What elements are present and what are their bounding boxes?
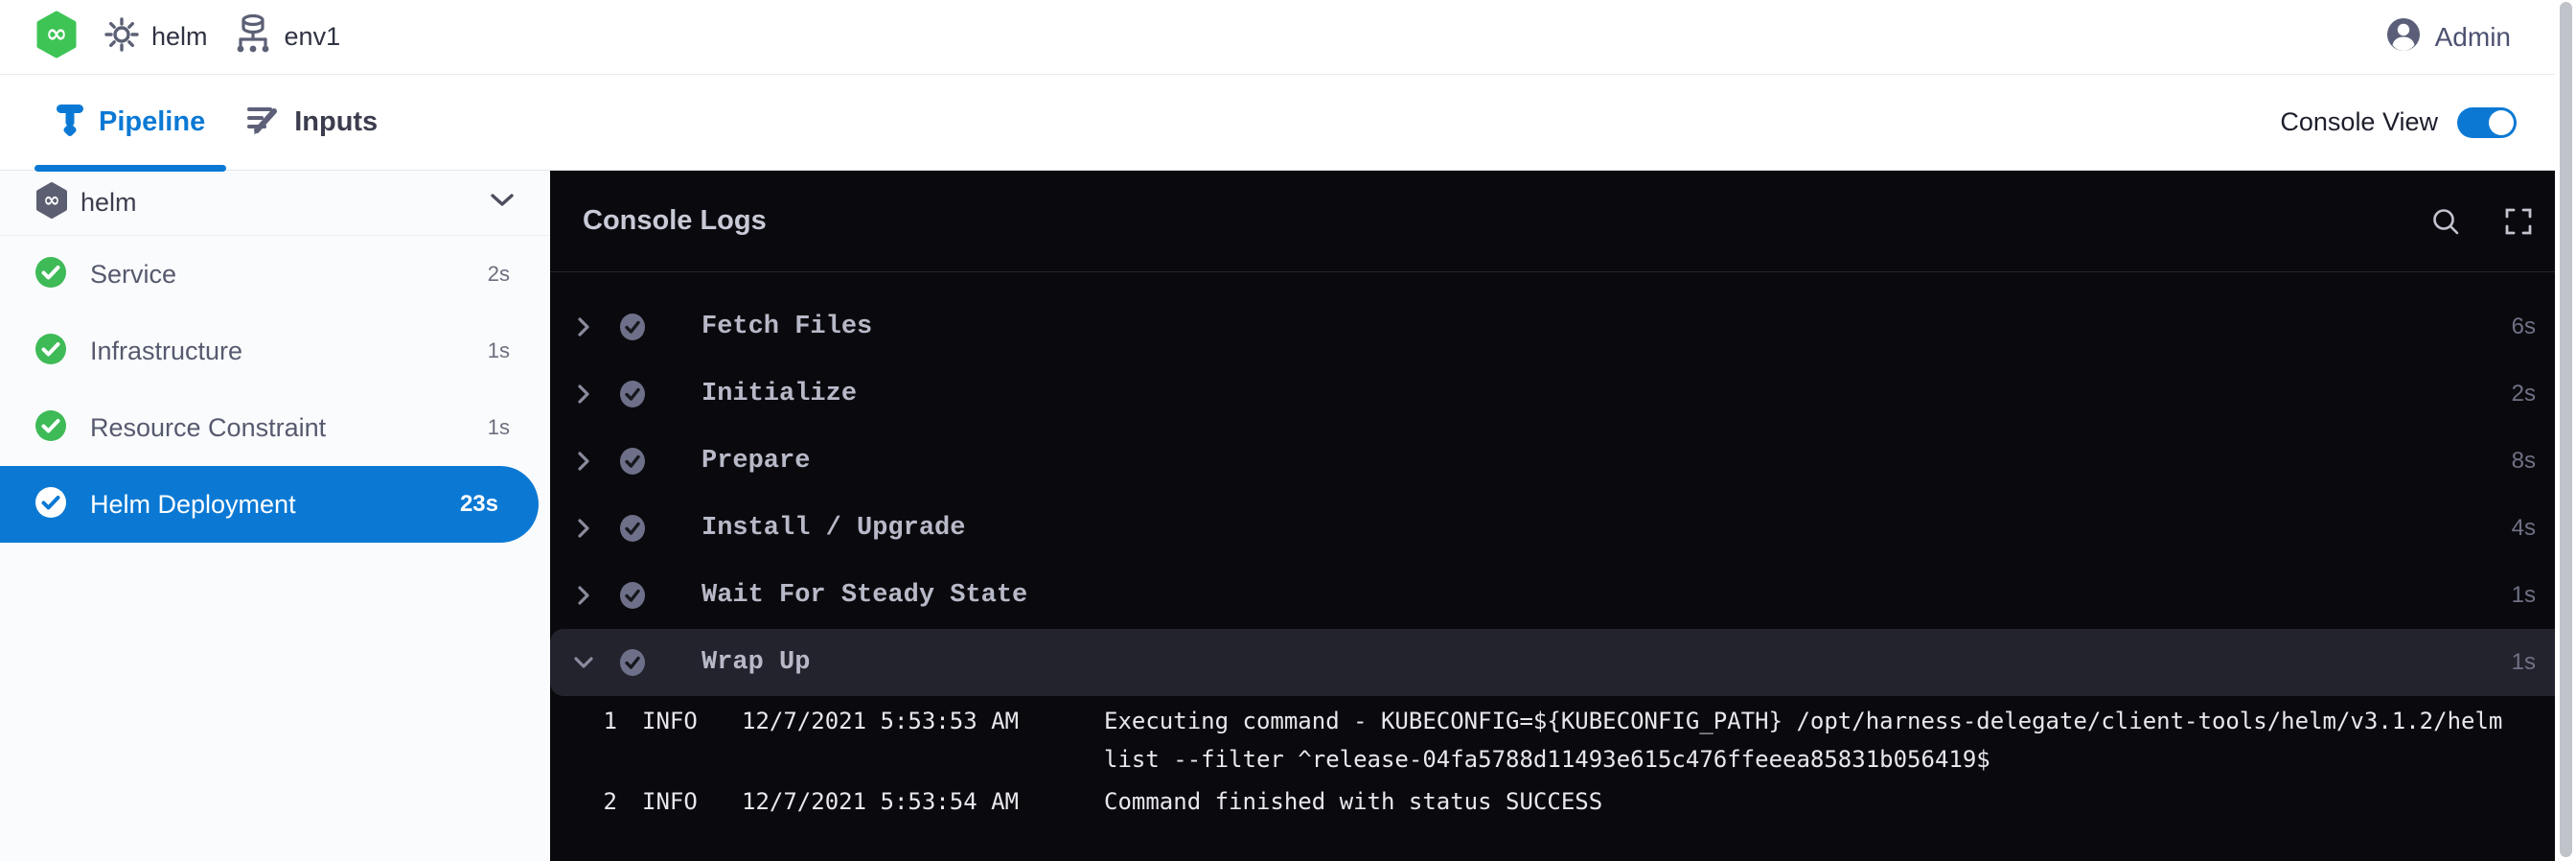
console-step-duration: 1s xyxy=(2512,582,2536,609)
tab-bar: Pipeline Inputs Console View xyxy=(0,75,2576,171)
chevron-down-icon[interactable] xyxy=(573,656,594,669)
pipeline-group-row[interactable]: ∞ helm xyxy=(0,171,550,236)
log-timestamp: 12/7/2021 5:53:54 AM xyxy=(742,782,1068,821)
gear-icon[interactable] xyxy=(104,16,140,58)
console-step-name: Prepare xyxy=(702,447,810,476)
search-icon[interactable] xyxy=(2430,206,2461,237)
console-step-duration: 8s xyxy=(2512,448,2536,475)
log-message: Command finished with status SUCCESS xyxy=(1104,782,1602,821)
console-step-install-upgrade[interactable]: Install / Upgrade 4s xyxy=(550,495,2576,562)
sidebar-step-infrastructure[interactable]: Infrastructure 1s xyxy=(0,313,550,389)
tab-pipeline-label: Pipeline xyxy=(99,106,205,138)
chevron-right-icon[interactable] xyxy=(573,316,594,337)
console-step-duration: 1s xyxy=(2512,649,2536,676)
success-check-icon xyxy=(34,409,67,447)
console-step-name: Wrap Up xyxy=(702,648,810,677)
log-line: 1 INFO 12/7/2021 5:53:53 AM Executing co… xyxy=(596,702,2538,779)
inputs-icon xyxy=(247,104,280,141)
tab-inputs[interactable]: Inputs xyxy=(226,75,399,170)
active-tab-underline xyxy=(34,165,226,172)
log-message: Executing command - KUBECONFIG=${KUBECON… xyxy=(1104,702,2502,779)
log-line-number: 2 xyxy=(596,782,617,821)
chevron-right-icon[interactable] xyxy=(573,585,594,606)
tab-pipeline[interactable]: Pipeline xyxy=(34,75,226,170)
sidebar-step-helm-deployment[interactable]: Helm Deployment 23s xyxy=(0,466,539,543)
log-output: 1 INFO 12/7/2021 5:53:53 AM Executing co… xyxy=(550,696,2576,825)
pipeline-hexagon-icon: ∞ xyxy=(34,181,69,224)
top-bar: ∞ helm xyxy=(0,0,2576,75)
log-timestamp: 12/7/2021 5:53:53 AM xyxy=(742,702,1068,779)
page-scrollbar[interactable] xyxy=(2555,0,2576,861)
console-step-wait-for-steady-state[interactable]: Wait For Steady State 1s xyxy=(550,562,2576,629)
breadcrumb: ∞ helm xyxy=(34,11,340,63)
sidebar-step-resource-constraint[interactable]: Resource Constraint 1s xyxy=(0,389,550,466)
step-duration: 1s xyxy=(488,415,510,440)
avatar-icon xyxy=(2385,16,2422,58)
step-label: Service xyxy=(90,260,176,290)
chevron-right-icon[interactable] xyxy=(573,384,594,405)
log-line-number: 1 xyxy=(596,702,617,779)
log-line: 2 INFO 12/7/2021 5:53:54 AM Command fini… xyxy=(596,782,2538,821)
console-step-fetch-files[interactable]: Fetch Files 6s xyxy=(550,293,2576,361)
user-name: Admin xyxy=(2435,22,2511,53)
pipeline-sidebar: ∞ helm Service 2s Infrastructure xyxy=(0,171,550,861)
chevron-right-icon[interactable] xyxy=(573,451,594,472)
console-panel: Console Logs xyxy=(550,171,2576,861)
svg-text:∞: ∞ xyxy=(46,19,68,49)
chevron-down-icon[interactable] xyxy=(489,192,516,214)
console-step-initialize[interactable]: Initialize 2s xyxy=(550,361,2576,428)
check-circle-icon xyxy=(619,581,646,610)
log-level: INFO xyxy=(642,702,709,779)
success-check-icon xyxy=(34,333,67,370)
step-label: Infrastructure xyxy=(90,337,242,366)
success-check-icon xyxy=(34,486,67,524)
step-duration: 2s xyxy=(488,262,510,287)
console-step-prepare[interactable]: Prepare 8s xyxy=(550,428,2576,495)
check-circle-icon xyxy=(619,313,646,341)
pipeline-icon xyxy=(56,103,84,142)
console-step-name: Fetch Files xyxy=(702,313,872,341)
environment-icon xyxy=(233,12,273,61)
console-step-duration: 2s xyxy=(2512,381,2536,407)
step-label: Helm Deployment xyxy=(90,490,296,520)
console-step-name: Install / Upgrade xyxy=(702,514,965,543)
console-step-wrap-up[interactable]: Wrap Up 1s xyxy=(550,629,2576,696)
console-view-label: Console View xyxy=(2280,107,2438,137)
svg-text:∞: ∞ xyxy=(43,189,60,212)
project-name[interactable]: helm xyxy=(151,22,208,52)
console-step-list: Fetch Files 6s Initialize 2s xyxy=(550,272,2576,696)
console-view-toggle[interactable] xyxy=(2457,107,2517,138)
console-step-name: Initialize xyxy=(702,380,857,408)
step-label: Resource Constraint xyxy=(90,413,326,443)
toggle-knob xyxy=(2489,110,2514,135)
sidebar-step-service[interactable]: Service 2s xyxy=(0,236,550,313)
check-circle-icon xyxy=(619,447,646,476)
chevron-right-icon[interactable] xyxy=(573,518,594,539)
scrollbar-thumb[interactable] xyxy=(2560,2,2572,857)
console-step-duration: 4s xyxy=(2512,515,2536,542)
step-duration: 23s xyxy=(460,491,498,518)
check-circle-icon xyxy=(619,514,646,543)
log-level: INFO xyxy=(642,782,709,821)
environment-name[interactable]: env1 xyxy=(285,22,341,52)
pipeline-name: helm xyxy=(80,188,137,218)
success-check-icon xyxy=(34,256,67,293)
check-circle-icon xyxy=(619,380,646,408)
console-step-duration: 6s xyxy=(2512,314,2536,340)
user-menu[interactable]: Admin xyxy=(2385,16,2511,58)
tab-inputs-label: Inputs xyxy=(294,106,378,138)
step-duration: 1s xyxy=(488,338,510,363)
console-header: Console Logs xyxy=(550,171,2576,272)
console-title: Console Logs xyxy=(583,205,767,237)
check-circle-icon xyxy=(619,648,646,677)
fullscreen-icon[interactable] xyxy=(2503,206,2534,237)
harness-logo: ∞ xyxy=(34,11,79,63)
console-step-name: Wait For Steady State xyxy=(702,581,1027,610)
